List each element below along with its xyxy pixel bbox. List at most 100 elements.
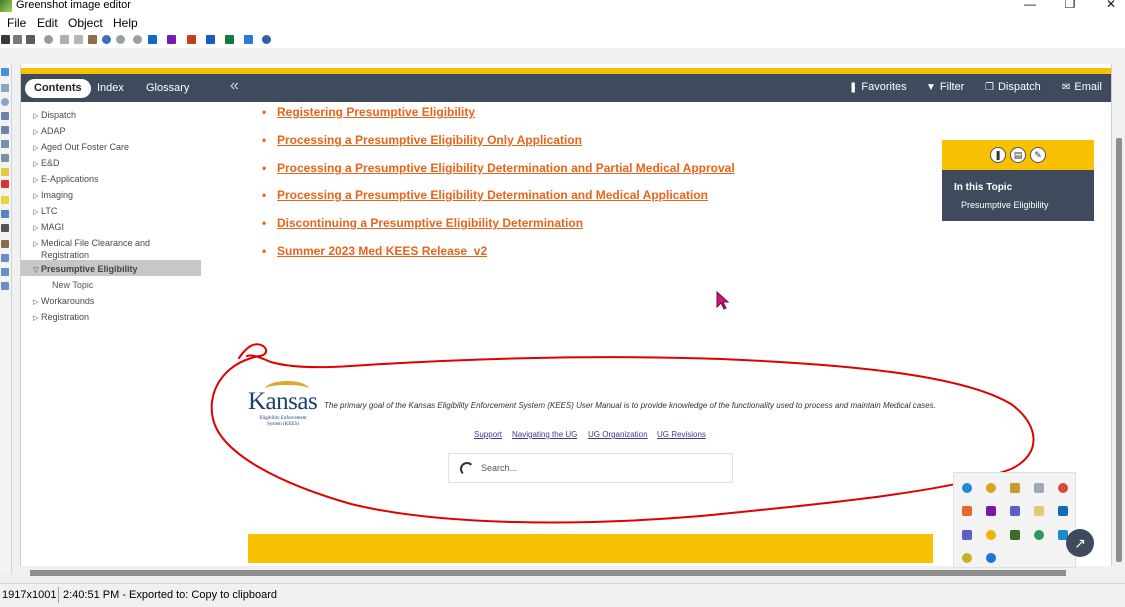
menu-edit[interactable]: Edit [37, 16, 58, 30]
undo-icon[interactable] [44, 35, 53, 44]
footer-link-revisions[interactable]: UG Revisions [657, 430, 706, 439]
save-icon[interactable] [1, 35, 10, 44]
favorites-button[interactable]: ❚ Favorites [849, 81, 907, 93]
horizontal-scrollbar[interactable] [20, 567, 1113, 579]
tips-icon[interactable] [962, 553, 972, 563]
expand-arrow-icon[interactable]: ↗ [1066, 529, 1094, 557]
menu-object[interactable]: Object [68, 16, 103, 30]
tab-contents[interactable]: Contents [25, 79, 91, 98]
topic-link[interactable]: • Discontinuing a Presumptive Eligibility… [262, 216, 583, 230]
image-icon[interactable] [244, 35, 253, 44]
tree-item-new-topic[interactable]: New Topic [52, 280, 93, 290]
toolbar [0, 33, 1125, 48]
footer-link-navigating[interactable]: Navigating the UG [512, 430, 577, 439]
vertical-scrollbar[interactable] [1113, 64, 1125, 566]
bluetooth-icon[interactable] [986, 553, 996, 563]
email-button[interactable]: ✉ Email [1062, 81, 1102, 93]
rotate-tool-icon[interactable] [1, 282, 9, 290]
new-icon[interactable] [13, 35, 22, 44]
tree-item-aged-out-foster-care[interactable]: ▷ Aged Out Foster Care [33, 142, 129, 154]
topic-link[interactable]: • Registering Presumptive Eligibility [262, 105, 475, 119]
bookmark-icon[interactable]: ❚ [990, 147, 1006, 163]
onenote-icon[interactable] [986, 506, 996, 516]
onenote-icon[interactable] [167, 35, 176, 44]
tree-item-registration[interactable]: ▷ Registration [33, 312, 89, 324]
cut-icon[interactable] [60, 35, 69, 44]
menu-help[interactable]: Help [113, 16, 138, 30]
highlight-tool-icon[interactable] [1, 196, 9, 204]
image-tool-icon[interactable] [1, 240, 9, 248]
horizontal-scroll-thumb[interactable] [30, 570, 1066, 576]
topic-panel-link[interactable]: Presumptive Eligibility [961, 200, 1049, 210]
teams-icon[interactable] [962, 530, 972, 540]
help-icon[interactable] [262, 35, 271, 44]
rectangle-tool-icon[interactable] [1, 84, 9, 92]
obfuscate-tool-icon[interactable] [1, 210, 9, 218]
tree-item-e-applications[interactable]: ▷ E-Applications [33, 174, 99, 186]
close-button[interactable]: ✕ [1096, 0, 1125, 11]
paste-icon[interactable] [88, 35, 97, 44]
cursor-tool-icon[interactable] [1, 68, 9, 76]
outlook-icon[interactable] [1058, 506, 1068, 516]
print-icon[interactable] [26, 35, 35, 44]
tree-item-adap[interactable]: ▷ ADAP [33, 126, 66, 138]
excel-icon[interactable] [225, 35, 234, 44]
maximize-button[interactable]: ❐ [1055, 0, 1085, 11]
tree-item-workarounds[interactable]: ▷ Workarounds [33, 296, 94, 308]
outlook-icon[interactable] [148, 35, 157, 44]
print-icon[interactable]: ▤ [1010, 147, 1026, 163]
counter-tool-icon[interactable] [1, 180, 9, 188]
rotate-icon[interactable] [116, 35, 125, 44]
redo-icon[interactable] [102, 35, 111, 44]
menu-file[interactable]: File [7, 16, 26, 30]
tree-item-presumptive-eligibility[interactable]: ▽ Presumptive Eligibility [33, 264, 138, 274]
bullet: • [262, 216, 267, 230]
topic-link[interactable]: • Processing a Presumptive Eligibility On… [262, 133, 582, 147]
greenshot-icon[interactable] [1010, 530, 1020, 540]
collapse-sidebar-icon[interactable]: « [230, 77, 239, 95]
footer-link-support[interactable]: Support [474, 430, 502, 439]
settings-icon[interactable] [133, 35, 142, 44]
copy-icon[interactable] [74, 35, 83, 44]
tab-glossary[interactable]: Glossary [146, 79, 189, 98]
effects-tool-icon[interactable] [1, 254, 9, 262]
topic-link[interactable]: • Processing a Presumptive Eligibility De… [262, 161, 735, 175]
topic-link[interactable]: • Processing a Presumptive Eligibility De… [262, 188, 708, 202]
crop-tool-icon[interactable] [1, 224, 9, 232]
freehand-tool-icon[interactable] [1, 140, 9, 148]
sync-icon[interactable] [1034, 530, 1044, 540]
ellipse-tool-icon[interactable] [1, 98, 9, 106]
tree-item-magi[interactable]: ▷ MAGI [33, 222, 64, 234]
teams-icon[interactable] [1010, 506, 1020, 516]
tree-item-imaging[interactable]: ▷ Imaging [33, 190, 73, 202]
network-icon[interactable] [1034, 483, 1044, 493]
line-tool-icon[interactable] [1, 112, 9, 120]
vertical-scroll-thumb[interactable] [1116, 138, 1122, 562]
text-tool-icon[interactable] [1, 154, 9, 162]
tree-item-ed[interactable]: ▷ E&D [33, 158, 60, 170]
search-input[interactable]: Search... [448, 453, 733, 483]
tree-item-dispatch[interactable]: ▷ Dispatch [33, 110, 76, 122]
speechbubble-tool-icon[interactable] [1, 168, 9, 176]
chrome-icon[interactable] [986, 483, 996, 493]
topic-link[interactable]: • Summer 2023 Med KEES Release_v2 [262, 244, 487, 258]
tree-item-medical-file-clearance[interactable]: ▷ Medical File Clearance and Registration [33, 238, 150, 260]
app-icon[interactable] [1058, 483, 1068, 493]
arrow-tool-icon[interactable] [1, 126, 9, 134]
powerpoint-icon[interactable] [187, 35, 196, 44]
footer-link-organization[interactable]: UG Organization [588, 430, 648, 439]
highlight-icon[interactable]: ✎ [1030, 147, 1046, 163]
tab-index[interactable]: Index [97, 79, 124, 98]
minimize-button[interactable]: — [1015, 0, 1045, 11]
resize-tool-icon[interactable] [1, 268, 9, 276]
word-icon[interactable] [206, 35, 215, 44]
mail-icon[interactable] [1034, 506, 1044, 516]
status-icon[interactable] [986, 530, 996, 540]
shield-icon[interactable] [962, 506, 972, 516]
image-canvas[interactable]: Contents Index Glossary « ❚ Favorites ▼ Fi… [20, 64, 1112, 566]
dispatch-button[interactable]: ❐ Dispatch [985, 81, 1041, 93]
tree-item-ltc[interactable]: ▷ LTC [33, 206, 57, 218]
security-icon[interactable] [1010, 483, 1020, 493]
edge-icon[interactable] [962, 483, 972, 493]
filter-button[interactable]: ▼ Filter [926, 81, 964, 93]
